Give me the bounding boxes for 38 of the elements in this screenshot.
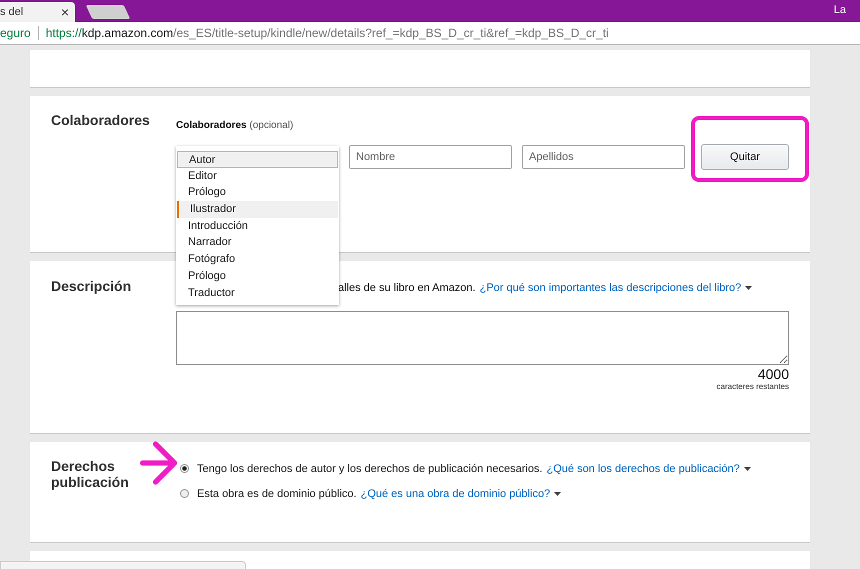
menu-item[interactable]: Ilustrador bbox=[177, 201, 338, 218]
new-tab-button[interactable] bbox=[86, 5, 130, 19]
help-link[interactable]: ¿Por qué son importantes las descripciones del libro? bbox=[480, 282, 742, 294]
character-count: 4000 bbox=[756, 366, 789, 382]
description-text: alles de su libro en Amazon. bbox=[338, 282, 476, 294]
menu-item[interactable]: Prólogo bbox=[177, 184, 338, 202]
section-heading: Colaboradores bbox=[50, 112, 151, 130]
caret-icon[interactable] bbox=[745, 286, 752, 290]
url-text[interactable]: https://kdp.amazon.com/es_ES/title-setup/kindle/new/details?ref_=kdp_BS_D_cr_ti&ref_=kdp_BS_D_cr_ti bbox=[46, 26, 609, 40]
browser-tab[interactable]: s del × bbox=[0, 2, 75, 22]
help-link[interactable]: ¿Qué son los derechos de publicación? bbox=[546, 462, 740, 474]
section-heading: publicación bbox=[51, 474, 130, 490]
tab-title: s del bbox=[0, 6, 24, 18]
radio-button[interactable] bbox=[180, 464, 189, 473]
remove-button[interactable]: Quitar bbox=[701, 144, 789, 170]
last-name-field[interactable]: Apellidos bbox=[522, 145, 685, 169]
character-count-label: caracteres restantes bbox=[716, 382, 789, 391]
option-label: Esta obra es de dominio público. bbox=[197, 488, 357, 500]
field-label: Colaboradores (opcional) bbox=[176, 120, 294, 131]
section-heading: Descripción bbox=[50, 278, 132, 296]
caret-icon[interactable] bbox=[554, 492, 562, 496]
help-link[interactable]: ¿Qué es una obra de dominio público? bbox=[360, 488, 550, 500]
menu-item[interactable]: Fotógrafo bbox=[177, 251, 338, 268]
close-icon[interactable]: × bbox=[60, 5, 69, 19]
profile-name[interactable]: La bbox=[834, 4, 846, 16]
menu-item[interactable]: Editor bbox=[177, 168, 338, 184]
description-field[interactable] bbox=[176, 311, 789, 365]
option-label: Tengo los derechos de autor y los derechos de publicación necesarios. bbox=[197, 462, 542, 474]
section-heading: Derechos bbox=[51, 458, 116, 474]
menu-item[interactable]: Prólogo bbox=[177, 268, 338, 284]
menu-item[interactable]: Introducción bbox=[177, 218, 338, 234]
caret-icon[interactable] bbox=[744, 466, 751, 470]
security-label: eguro bbox=[0, 26, 31, 40]
menu-item[interactable]: Narrador bbox=[177, 234, 338, 252]
menu-item[interactable]: Traductor bbox=[177, 284, 338, 302]
menu-item[interactable]: Autor bbox=[177, 151, 338, 168]
first-name-field[interactable]: Nombre bbox=[349, 145, 512, 169]
radio-button[interactable] bbox=[180, 489, 189, 498]
